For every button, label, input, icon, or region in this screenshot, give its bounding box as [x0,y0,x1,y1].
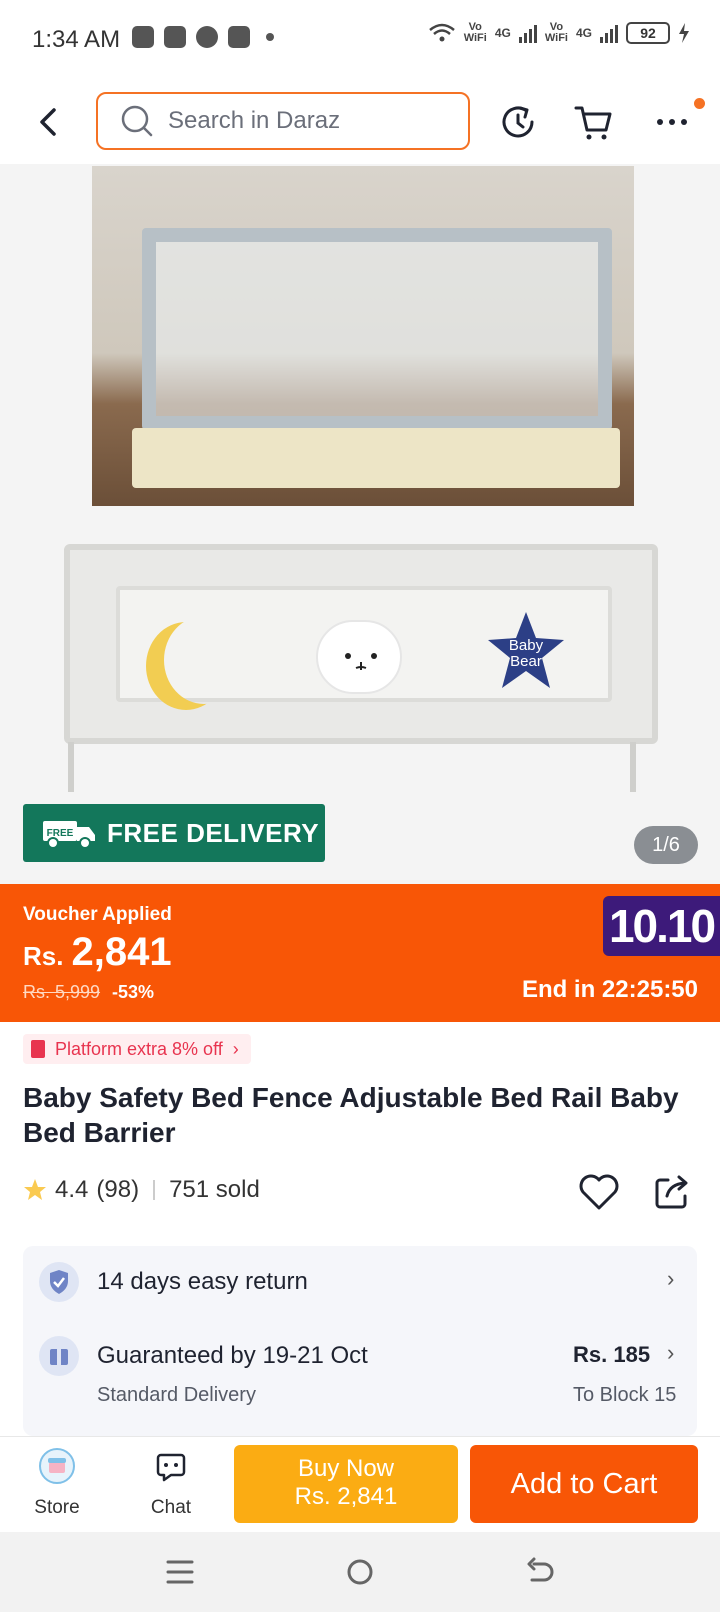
share-icon[interactable] [652,1172,692,1212]
store-icon [39,1448,75,1484]
shield-check-icon [39,1262,79,1302]
mattress-illustration [132,428,620,488]
svg-text:Bear: Bear [510,653,542,670]
svg-text:FREE: FREE [47,828,74,839]
notification-dot [694,98,705,109]
svg-text:Baby: Baby [509,637,544,654]
price-currency: Rs. [23,941,64,971]
discount-percent: -53% [112,982,155,1002]
sd-card-icon [228,26,250,48]
network-type-2: 4G [575,26,592,40]
platform-offer-label: Platform extra 8% off [55,1038,223,1059]
app-icon [164,26,186,48]
history-icon[interactable] [496,100,540,144]
search-icon [121,105,153,137]
buy-now-label: Buy Now [297,1455,395,1482]
delivery-truck-icon: FREE [43,821,95,849]
sync-icon [196,26,218,48]
cart-icon[interactable] [572,100,616,144]
bottom-action-bar: Store Chat Buy Now Rs. 2,841 Add to Cart [0,1436,720,1532]
home-icon[interactable] [340,1552,380,1592]
wifi-icon [428,23,455,42]
voucher-icon [31,1040,45,1058]
heart-icon[interactable] [578,1172,620,1212]
status-bar: 1:34 AM Vo WiFi 4G Vo WiFi 4G 92 [0,0,720,80]
chevron-right-icon[interactable]: › [667,1266,674,1292]
sale-countdown: End in 22:25:50 [521,976,698,1003]
delivery-location[interactable]: To Block 15 [573,1384,676,1407]
network-type: 4G [494,26,511,40]
product-photo-bed-fence [92,166,634,506]
fence-leg-left [68,742,74,792]
star-icon [24,1179,46,1200]
bear-face-icon [316,620,402,694]
delivery-guarantee[interactable]: Guaranteed by 19-21 Oct [97,1342,368,1370]
signal-icon-2 [600,23,618,43]
signal-icon [518,23,537,43]
chat-label: Chat [150,1497,192,1518]
sold-count: 751 sold [169,1176,260,1203]
price-value: 2,841 [71,930,172,974]
review-count: (98) [96,1176,140,1203]
delivery-type: Standard Delivery [97,1384,256,1406]
more-notifications-dot [266,33,274,41]
campaign-badge: 10.10 [603,896,720,956]
chevron-right-icon[interactable]: › [667,1340,674,1366]
delivery-box-icon [39,1336,79,1376]
store-button[interactable]: Store [12,1447,102,1519]
return-policy-label[interactable]: 14 days easy return [97,1268,308,1296]
back-icon[interactable] [520,1552,560,1592]
fence-leg-right [630,742,636,792]
system-icons: Vo WiFi 4G Vo WiFi 4G 92 [428,22,690,44]
search-placeholder: Search in Daraz [168,107,341,134]
clock: 1:34 AM [32,26,121,53]
image-counter: 1/6 [634,826,698,864]
buy-now-button[interactable]: Buy Now Rs. 2,841 [234,1445,458,1523]
rating-row[interactable]: 4.4 (98) 751 sold [23,1176,260,1204]
more-icon[interactable] [650,100,694,144]
v-app-icon [132,26,154,48]
fence-illustration [142,228,612,430]
chevron-right-icon: › [232,1038,239,1059]
service-card: 14 days easy return › Guaranteed by 19-2… [23,1246,697,1436]
price-section: Voucher Applied Rs. 2,841 Rs. 5,999 -53%… [0,884,720,1022]
store-label: Store [34,1497,80,1518]
buy-now-price: Rs. 2,841 [294,1483,398,1510]
free-delivery-label: FREE DELIVERY [107,817,320,848]
moon-icon [164,616,244,704]
divider [153,1180,156,1200]
voucher-applied-label: Voucher Applied [23,904,172,925]
rating-value: 4.4 [55,1176,89,1203]
platform-offer-tag[interactable]: Platform extra 8% off › [23,1034,251,1064]
vowifi-label: Vo WiFi [463,21,487,44]
delivery-fee: Rs. 185 [573,1342,651,1367]
free-delivery-badge: FREE FREE DELIVERY [23,804,325,862]
back-arrow-icon[interactable] [30,102,66,142]
recent-apps-icon[interactable] [160,1552,200,1592]
charging-icon [679,23,689,43]
current-price: Rs. 2,841 [23,930,172,975]
product-gallery[interactable]: Baby Bear FREE FREE DELIVERY 1/6 [0,164,720,884]
vowifi-label-2: Vo WiFi [544,21,568,44]
system-nav-bar [0,1532,720,1612]
battery-icon: 92 [626,22,670,44]
search-input[interactable]: Search in Daraz [96,92,470,150]
notification-icons [132,26,274,48]
chat-icon [156,1453,186,1482]
original-price: Rs. 5,999 [23,982,101,1002]
add-to-cart-button[interactable]: Add to Cart [470,1445,698,1523]
top-header: Search in Daraz [0,80,720,164]
star-badge-icon: Baby Bear [488,612,564,688]
product-photo-fence-panel: Baby Bear [64,536,658,792]
chat-button[interactable]: Chat [126,1447,216,1519]
product-title: Baby Safety Bed Fence Adjustable Bed Rai… [23,1082,679,1148]
